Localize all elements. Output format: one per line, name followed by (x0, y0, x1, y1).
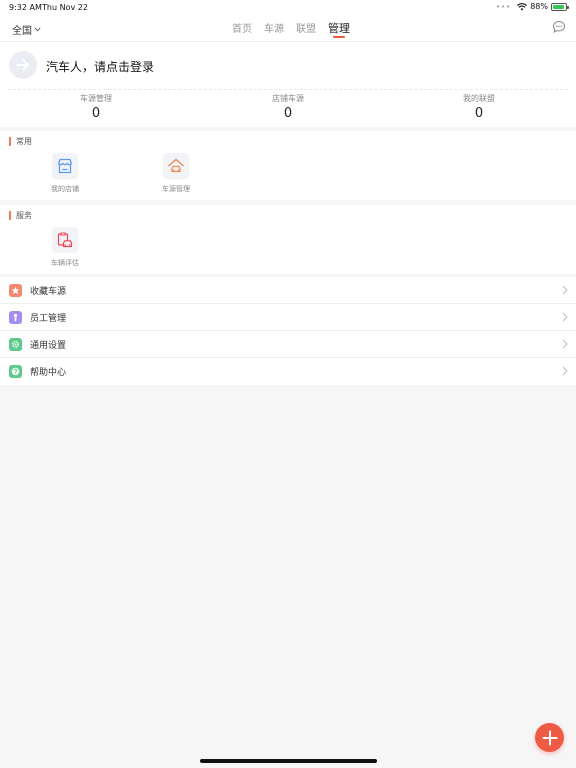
chevron-right-icon (562, 339, 568, 349)
status-time: 9:32 AM (9, 3, 42, 12)
storefront-icon (57, 158, 73, 174)
person-icon (9, 311, 22, 324)
region-label: 全国 (12, 26, 32, 37)
tab-home[interactable]: 首页 (232, 20, 252, 40)
home-indicator (200, 759, 377, 763)
battery-fill (553, 4, 564, 9)
region-selector[interactable]: 全国 (12, 22, 41, 37)
tile-car-management[interactable]: 车源管理 (146, 153, 206, 194)
nav-tabs: 首页 车源 联盟 管理 (232, 20, 350, 40)
status-bar: 9:32 AM Thu Nov 22 ••• 88% (0, 0, 576, 14)
tile-car-evaluation[interactable]: 车辆评估 (35, 227, 95, 268)
menu-label: 帮助中心 (30, 368, 67, 378)
tab-alliance[interactable]: 联盟 (296, 20, 316, 40)
stat-label: 我的联盟 (463, 94, 495, 103)
menu-label: 收藏车源 (30, 287, 67, 297)
tile-label: 我的店铺 (51, 185, 79, 193)
arrow-right-icon (16, 59, 29, 71)
battery-percent: 88% (530, 2, 548, 11)
add-button[interactable] (535, 723, 564, 752)
section-service: 服务 车辆评估 (0, 205, 576, 274)
chevron-right-icon (562, 285, 568, 295)
divider (8, 89, 568, 90)
menu-label: 员工管理 (30, 314, 67, 324)
status-right: ••• 88% (495, 2, 569, 11)
tile-my-store[interactable]: 我的店铺 (35, 153, 95, 194)
stat-car-management[interactable]: 车源管理 0 (36, 93, 156, 121)
icon-box (52, 227, 78, 253)
tab-alliance-label: 联盟 (296, 24, 316, 35)
chat-bubble-icon[interactable] (552, 20, 566, 34)
plus-icon (542, 730, 557, 745)
section-title: 常用 (9, 137, 32, 146)
tab-car-source-label: 车源 (264, 24, 284, 35)
battery-icon (551, 2, 569, 11)
tab-car-source[interactable]: 车源 (264, 20, 284, 40)
login-prompt[interactable]: 汽车人，请点击登录 (46, 58, 154, 75)
stat-store-cars[interactable]: 店铺车源 0 (228, 93, 348, 121)
menu-label: 通用设置 (30, 341, 67, 351)
menu-item-settings[interactable]: 通用设置 (0, 331, 576, 358)
top-navbar: 全国 首页 车源 联盟 管理 (0, 14, 576, 42)
stat-my-alliance[interactable]: 我的联盟 0 (419, 93, 539, 121)
stat-label: 店铺车源 (272, 94, 304, 103)
wifi-icon (517, 2, 528, 10)
chevron-right-icon (562, 366, 568, 376)
active-tab-underline (333, 36, 345, 38)
login-card: 汽车人，请点击登录 车源管理 0 店铺车源 0 我的联盟 0 (0, 42, 576, 127)
menu-item-help[interactable]: 帮助中心 (0, 358, 576, 385)
multitask-dots-icon: ••• (495, 2, 512, 11)
tab-manage-label: 管理 (328, 22, 350, 35)
gear-icon (9, 338, 22, 351)
car-house-icon (168, 158, 184, 173)
tile-label: 车源管理 (162, 185, 190, 193)
menu-item-favorites[interactable]: 收藏车源 (0, 277, 576, 304)
section-title: 服务 (9, 211, 32, 220)
icon-box (52, 153, 78, 179)
chevron-right-icon (562, 312, 568, 322)
settings-menu: 收藏车源 员工管理 通用设置 帮助中心 (0, 277, 576, 385)
star-icon (9, 284, 22, 297)
menu-item-staff[interactable]: 员工管理 (0, 304, 576, 331)
car-evaluation-icon (57, 232, 73, 248)
stat-value: 0 (474, 106, 484, 121)
tab-home-label: 首页 (232, 24, 252, 35)
section-common: 常用 我的店铺 车源管理 (0, 131, 576, 200)
stat-value: 0 (283, 106, 293, 121)
avatar[interactable] (9, 51, 37, 79)
chevron-down-icon (34, 27, 41, 32)
stat-label: 车源管理 (80, 94, 112, 103)
status-date: Thu Nov 22 (42, 3, 88, 12)
question-icon (9, 365, 22, 378)
icon-box (163, 153, 189, 179)
tile-label: 车辆评估 (51, 259, 79, 267)
stat-value: 0 (91, 106, 101, 121)
tab-manage[interactable]: 管理 (328, 20, 350, 40)
